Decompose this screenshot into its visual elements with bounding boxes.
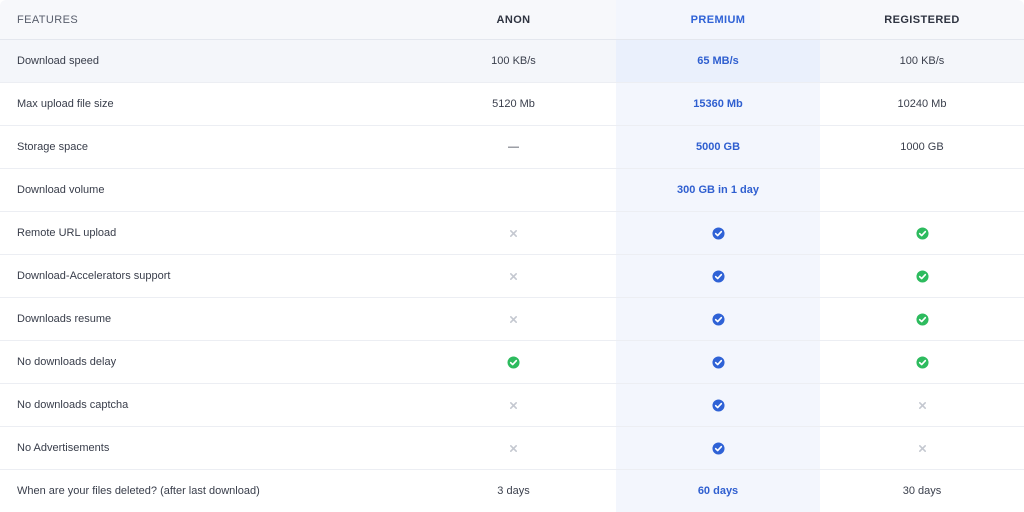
premium-value: 65 MB/s <box>616 40 820 82</box>
anon-value <box>411 169 616 211</box>
plans-comparison-table: FEATURES ANON PREMIUM REGISTERED Downloa… <box>0 0 1024 512</box>
header-anon: ANON <box>496 13 531 26</box>
premium-value <box>616 427 820 469</box>
premium-value <box>616 255 820 297</box>
feature-label: Downloads resume <box>17 313 112 325</box>
cross-icon <box>509 444 518 453</box>
anon-value <box>411 384 616 426</box>
table-row: Download-Accelerators support <box>0 255 1024 298</box>
header-features: FEATURES <box>17 13 79 26</box>
table-row: Storage space — 5000 GB 1000 GB <box>0 126 1024 169</box>
registered-value: 100 KB/s <box>899 55 945 67</box>
table-row: No downloads captcha <box>0 384 1024 427</box>
check-blue-icon <box>711 312 725 326</box>
anon-value <box>411 427 616 469</box>
registered-value <box>820 298 1024 340</box>
registered-value <box>820 341 1024 383</box>
check-green-icon <box>507 355 520 369</box>
table-row: Downloads resume <box>0 298 1024 341</box>
check-blue-icon <box>711 269 725 283</box>
premium-value: 5000 GB <box>616 126 820 168</box>
premium-value <box>616 298 820 340</box>
cross-icon <box>918 444 927 453</box>
table-row: Max upload file size 5120 Mb 15360 Mb 10… <box>0 83 1024 126</box>
table-header: FEATURES ANON PREMIUM REGISTERED <box>0 0 1024 40</box>
feature-label: Download-Accelerators support <box>17 270 171 282</box>
premium-value: 300 GB in 1 day <box>616 169 820 211</box>
table-row: When are your files deleted? (after last… <box>0 470 1024 512</box>
premium-value: 15360 Mb <box>616 83 820 125</box>
cross-icon <box>509 272 518 281</box>
anon-value: — <box>508 141 519 153</box>
premium-value: 60 days <box>616 470 820 512</box>
table-row: Download speed 100 KB/s 65 MB/s 100 KB/s <box>0 40 1024 83</box>
registered-value <box>820 384 1024 426</box>
cross-icon <box>918 401 927 410</box>
registered-value <box>820 427 1024 469</box>
anon-value <box>411 298 616 340</box>
table-row: Download volume 300 GB in 1 day <box>0 169 1024 212</box>
table-row: Remote URL upload <box>0 212 1024 255</box>
registered-value: 1000 GB <box>900 141 944 153</box>
registered-value: 30 days <box>902 485 942 497</box>
table-row: No Advertisements <box>0 427 1024 470</box>
cross-icon <box>509 401 518 410</box>
premium-value <box>616 341 820 383</box>
check-blue-icon <box>711 355 725 369</box>
cross-icon <box>509 229 518 238</box>
anon-value <box>411 212 616 254</box>
check-green-icon <box>915 269 929 283</box>
anon-value <box>411 255 616 297</box>
anon-value: 100 KB/s <box>491 55 536 67</box>
table-row: No downloads delay <box>0 341 1024 384</box>
feature-label: Remote URL upload <box>17 227 117 239</box>
check-green-icon <box>915 312 929 326</box>
feature-label: No downloads delay <box>17 356 117 368</box>
cross-icon <box>509 315 518 324</box>
check-green-icon <box>915 226 929 240</box>
feature-label: When are your files deleted? (after last… <box>17 485 260 497</box>
check-blue-icon <box>711 226 725 240</box>
premium-value <box>616 384 820 426</box>
header-premium: PREMIUM <box>616 0 820 39</box>
feature-label: Max upload file size <box>17 98 114 110</box>
check-blue-icon <box>711 441 725 455</box>
premium-value <box>616 212 820 254</box>
registered-value <box>820 169 1024 211</box>
check-green-icon <box>915 355 929 369</box>
anon-value: 3 days <box>497 485 530 497</box>
check-blue-icon <box>711 398 725 412</box>
anon-value <box>411 341 616 383</box>
feature-label: Storage space <box>17 141 88 153</box>
header-registered: REGISTERED <box>884 13 960 26</box>
feature-label: Download volume <box>17 184 105 196</box>
feature-label: No Advertisements <box>17 442 110 454</box>
feature-label: Download speed <box>17 55 99 67</box>
registered-value <box>820 212 1024 254</box>
anon-value: 5120 Mb <box>492 98 535 110</box>
feature-label: No downloads captcha <box>17 399 129 411</box>
registered-value <box>820 255 1024 297</box>
registered-value: 10240 Mb <box>897 98 947 110</box>
